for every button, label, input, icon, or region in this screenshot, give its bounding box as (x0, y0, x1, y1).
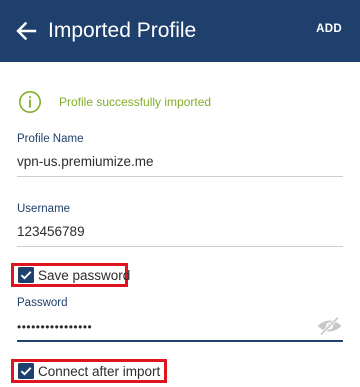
add-button[interactable]: ADD (316, 23, 342, 35)
username-underline (17, 246, 343, 247)
imported-profile-screen: Imported Profile ADD Profile successfull… (0, 0, 360, 387)
save-password-label: Save password (38, 268, 131, 283)
app-bar: Imported Profile ADD (0, 0, 360, 62)
profile-name-label: Profile Name (17, 133, 84, 145)
username-label: Username (17, 203, 71, 215)
username-field[interactable]: 123456789 (17, 224, 85, 239)
password-label: Password (17, 297, 68, 309)
connect-after-import-checkbox[interactable]: Connect after import (11, 359, 167, 383)
eye-off-icon[interactable] (316, 316, 343, 336)
profile-name-underline (17, 176, 343, 177)
status-message: Profile successfully imported (59, 95, 212, 109)
profile-name-field[interactable]: vpn-us.premiumize.me (17, 154, 154, 169)
page-title: Imported Profile (48, 19, 197, 42)
password-underline (17, 340, 343, 342)
password-field[interactable]: •••••••••••••••• (17, 320, 92, 334)
back-arrow-icon[interactable] (12, 17, 40, 45)
connect-after-import-label: Connect after import (38, 364, 161, 379)
checkbox-checked-icon (18, 363, 34, 379)
checkbox-checked-icon (18, 267, 34, 283)
info-circle-icon (19, 91, 41, 113)
save-password-checkbox[interactable]: Save password (11, 263, 131, 287)
